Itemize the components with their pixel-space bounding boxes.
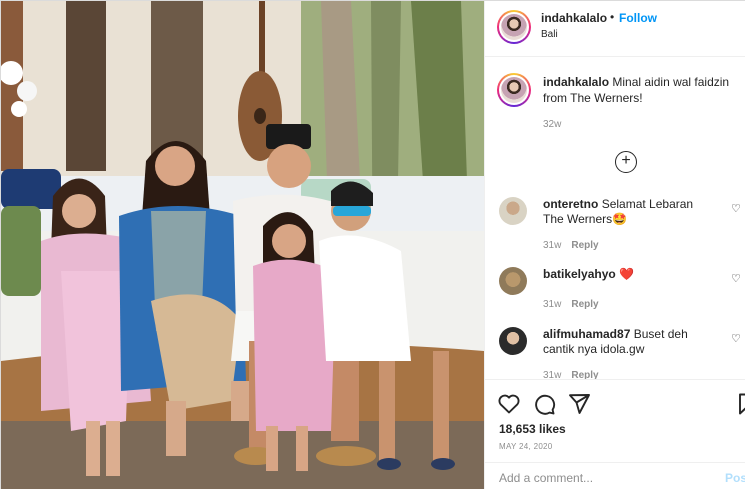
comment-item: alifmuhamad87 Buset deh cantik nya idola…	[485, 327, 745, 379]
add-comment-bar: Post	[485, 462, 745, 489]
reply-button[interactable]: Reply	[571, 240, 598, 251]
caption-avatar[interactable]	[497, 73, 531, 107]
post-actions: 18,653 likes MAY 24, 2020 Post	[485, 379, 745, 489]
comment-time: 31w	[543, 370, 562, 379]
heart-icon[interactable]: ♡	[731, 202, 741, 215]
comment-meta: 31w Reply	[543, 240, 599, 251]
comments-list: onteretno Selamat Lebaran The Werners🤩 3…	[485, 191, 745, 379]
like-count[interactable]: 18,653 likes	[499, 422, 566, 436]
reply-button[interactable]: Reply	[571, 370, 598, 379]
header-separator: •	[610, 10, 615, 24]
comment-item: onteretno Selamat Lebaran The Werners🤩 3…	[485, 197, 745, 257]
post-sidebar: indahkalalo • Follow Bali indahkalalo Mi…	[484, 1, 745, 489]
post-location[interactable]: Bali	[541, 29, 558, 40]
caption-timestamp: 32w	[543, 119, 562, 130]
author-username[interactable]: indahkalalo	[541, 11, 607, 25]
commenter-avatar[interactable]	[499, 267, 527, 295]
heart-icon[interactable]: ♡	[731, 272, 741, 285]
comment-time: 31w	[543, 299, 562, 310]
post-header: indahkalalo • Follow Bali	[485, 1, 745, 57]
instagram-post: indahkalalo • Follow Bali indahkalalo Mi…	[0, 0, 745, 489]
comment-time: 31w	[543, 240, 562, 251]
follow-button[interactable]: Follow	[619, 11, 657, 25]
load-more-comments-button[interactable]: +	[615, 151, 637, 173]
post-date: MAY 24, 2020	[499, 442, 553, 451]
commenter-username[interactable]: alifmuhamad87	[543, 327, 630, 341]
comment-meta: 31w Reply	[543, 299, 599, 310]
post-comment-button[interactable]: Post	[725, 471, 745, 485]
heart-icon[interactable]: ♡	[731, 332, 741, 345]
author-avatar[interactable]	[497, 10, 531, 44]
post-photo[interactable]	[1, 1, 484, 489]
comment-text: batikelyahyo ❤️	[543, 267, 715, 282]
comment-text: onteretno Selamat Lebaran The Werners🤩	[543, 197, 715, 227]
caption-text: indahkalalo Minal aidin wal faidzin from…	[543, 74, 739, 106]
heart-icon[interactable]	[497, 392, 521, 416]
plus-circle-icon: +	[621, 152, 631, 169]
family-photo-illustration	[1, 1, 484, 489]
comment-text: alifmuhamad87 Buset deh cantik nya idola…	[543, 327, 715, 357]
comment-item: batikelyahyo ❤️ 31w Reply ♡	[485, 267, 745, 327]
commenter-avatar[interactable]	[499, 327, 527, 355]
comment-meta: 31w Reply	[543, 370, 599, 379]
caption-username[interactable]: indahkalalo	[543, 75, 609, 89]
share-icon[interactable]	[567, 392, 591, 416]
commenter-username[interactable]: batikelyahyo	[543, 267, 616, 281]
commenter-avatar[interactable]	[499, 197, 527, 225]
comment-body: ❤️	[619, 267, 634, 281]
bookmark-icon[interactable]	[735, 392, 745, 416]
reply-button[interactable]: Reply	[571, 299, 598, 310]
comment-input[interactable]	[499, 469, 709, 487]
commenter-username[interactable]: onteretno	[543, 197, 598, 211]
comment-icon[interactable]	[532, 392, 556, 416]
